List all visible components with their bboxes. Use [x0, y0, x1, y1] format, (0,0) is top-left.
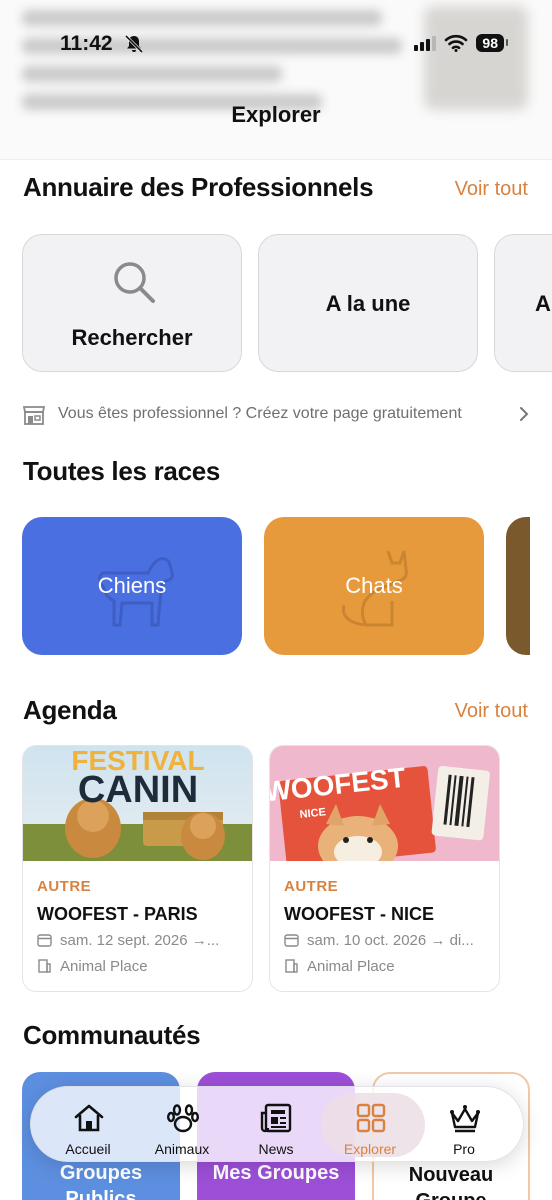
event-date-row: sam. 10 oct. 2026 → di...: [284, 932, 489, 949]
wifi-icon: [445, 34, 468, 52]
directory-see-all-link[interactable]: Voir tout: [455, 178, 528, 201]
directory-featured-label: A la une: [325, 291, 411, 316]
event-title: WOOFEST - NICE: [284, 904, 434, 924]
storefront-icon: [22, 406, 46, 425]
calendar-icon: [284, 934, 299, 947]
race-card-dogs[interactable]: Chiens: [22, 517, 242, 655]
races-carousel[interactable]: Chiens Chats: [22, 517, 530, 657]
directory-title: Annuaire des Professionnels: [23, 172, 374, 202]
building-icon: [38, 959, 51, 973]
tab-home-label: Accueil: [65, 1141, 111, 1157]
chevron-right-icon: [520, 407, 529, 421]
status-bar: 11:42 98: [0, 30, 552, 62]
directory-search-label: Rechercher: [71, 325, 193, 350]
directory-search-card[interactable]: Rechercher: [22, 234, 242, 372]
directory-featured-card[interactable]: A la une: [258, 234, 478, 372]
event-place: Animal Place: [307, 958, 395, 975]
crown-icon: [450, 1105, 480, 1133]
cellular-signal-icon: [414, 35, 437, 51]
building-icon: [285, 959, 298, 973]
race-card-cats[interactable]: Chats: [264, 517, 484, 655]
event-place: Animal Place: [60, 958, 148, 975]
tab-pro-label: Pro: [453, 1141, 475, 1157]
races-title: Toutes les races: [23, 456, 221, 486]
directory-carousel[interactable]: Rechercher A la une A: [22, 234, 552, 374]
event-title: WOOFEST - PARIS: [37, 904, 198, 924]
tab-explorer[interactable]: Explorer: [321, 1087, 425, 1163]
tab-news-label: News: [258, 1141, 294, 1157]
event-date-row: sam. 12 sept. 2026 →...: [37, 932, 242, 949]
tab-explorer-label: Explorer: [343, 1141, 397, 1157]
event-banner-paris-line2: CANIN: [78, 769, 198, 811]
communities-title: Communautés: [23, 1020, 201, 1050]
bell-slash-icon: [124, 34, 144, 54]
tab-home[interactable]: Accueil: [41, 1087, 135, 1163]
tab-animals[interactable]: Animaux: [135, 1087, 229, 1163]
community-label-my-groups: Mes Groupes: [212, 1162, 340, 1184]
event-card-nice[interactable]: WOOFEST NICE AUTRE WOOFEST - NICE sam. 1…: [269, 745, 500, 992]
race-label-cats: Chats: [345, 573, 403, 598]
event-date: sam. 12 sept. 2026 →...: [60, 932, 220, 949]
race-label-dogs: Chiens: [97, 573, 167, 598]
newspaper-icon: [260, 1103, 292, 1133]
directory-third-label: A: [535, 291, 551, 316]
event-place-row: Animal Place: [284, 958, 489, 975]
status-time: 11:42: [60, 32, 113, 55]
agenda-see-all-link[interactable]: Voir tout: [455, 700, 528, 723]
directory-third-card[interactable]: A: [494, 234, 552, 372]
event-image-nice: WOOFEST NICE: [270, 746, 499, 861]
calendar-icon: [37, 934, 52, 947]
event-image-paris: FESTIVAL CANIN: [23, 746, 252, 861]
home-icon: [74, 1104, 104, 1132]
grid-icon: [356, 1103, 386, 1133]
event-category: AUTRE: [37, 878, 92, 895]
event-category: AUTRE: [284, 878, 339, 895]
pro-signup-banner[interactable]: Vous êtes professionnel ? Créez votre pa…: [22, 402, 532, 428]
header-background: [0, 0, 552, 160]
agenda-title: Agenda: [23, 695, 117, 725]
tab-animals-label: Animaux: [154, 1141, 210, 1157]
tab-bar: Accueil Animaux News Explorer Pro: [30, 1086, 524, 1162]
battery-indicator: 98: [476, 34, 508, 52]
tab-pro[interactable]: Pro: [417, 1087, 511, 1163]
event-place-row: Animal Place: [37, 958, 242, 975]
paw-icon: [167, 1104, 200, 1133]
community-label-new-group: Nouveau Groupe: [408, 1164, 494, 1200]
tab-news[interactable]: News: [229, 1087, 323, 1163]
event-date: sam. 10 oct. 2026 → di...: [307, 932, 474, 949]
event-card-paris[interactable]: FESTIVAL CANIN AUTRE WOOFEST - PARIS sam…: [22, 745, 253, 992]
pro-signup-text: Vous êtes professionnel ? Créez votre pa…: [58, 405, 462, 422]
community-label-public-groups: Groupes Publics: [59, 1162, 143, 1200]
race-card-third[interactable]: [506, 517, 530, 655]
page-title: Explorer: [231, 102, 321, 127]
search-icon: [114, 262, 155, 303]
